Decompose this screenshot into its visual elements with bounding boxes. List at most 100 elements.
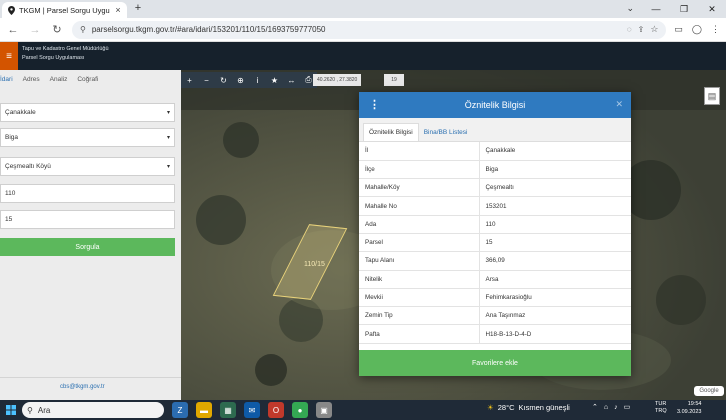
calculator-icon[interactable]: ▣ [316, 402, 332, 418]
bookmark-star-icon[interactable]: ☆ [650, 24, 658, 35]
attr-key: Nitelik [359, 270, 480, 289]
attr-key: Mevkii [359, 288, 480, 308]
chevron-up-icon[interactable]: ⌃ [592, 403, 598, 411]
contact-email-link[interactable]: cbs@tkgm.gov.tr [60, 384, 105, 390]
crosshair-icon[interactable]: ⊕ [232, 72, 249, 88]
extensions-icon[interactable]: ▭ [674, 24, 683, 35]
attr-key: Mahalle/Köy [359, 178, 480, 198]
tab-cografi[interactable]: Coğrafi [77, 76, 98, 83]
app-name: Parsel Sorgu Uygulaması [22, 55, 85, 61]
ilce-select[interactable]: Biga ▾ [0, 128, 175, 147]
clock-time: 19:54 [687, 401, 702, 407]
chrome-icon[interactable]: ● [292, 402, 308, 418]
mahalle-select[interactable]: Çeşmealtı Köyü ▾ [0, 157, 175, 176]
search-icon: ⚲ [27, 405, 33, 415]
query-button[interactable]: Sorgula [0, 238, 175, 256]
tab-search-icon[interactable]: ⌄ [626, 3, 634, 14]
attr-key: Tapu Alanı [359, 251, 480, 271]
close-window-icon[interactable]: ✕ [698, 0, 726, 18]
attr-key: Ada [359, 215, 480, 234]
ada-input[interactable]: 110 [0, 184, 175, 203]
new-tab-icon[interactable]: + [132, 2, 144, 14]
url-text: parselsorgu.tkgm.gov.tr/#ara/idari/15320… [91, 25, 326, 34]
dialog-title: Öznitelik Bilgisi [464, 100, 526, 110]
tab-attributes[interactable]: Öznitelik Bilgisi [363, 123, 419, 141]
clock-date: 3.09.2023 [677, 408, 702, 415]
attr-key: Pafta [359, 324, 480, 344]
layers-icon[interactable]: ▤ [704, 87, 720, 105]
ada-value: 110 [5, 190, 16, 197]
table-row: Tapu Alanı 366,09 [359, 251, 631, 271]
mail-icon[interactable]: ✉ [244, 402, 260, 418]
file-explorer-icon[interactable]: ▬ [196, 402, 212, 418]
tab-building-list[interactable]: Bina/BB Listesi [419, 124, 473, 141]
star-icon[interactable]: ★ [266, 72, 283, 88]
close-tab-icon[interactable]: × [114, 5, 122, 15]
parsel-input[interactable]: 15 [0, 210, 175, 229]
network-icon[interactable]: ⌂ [604, 404, 608, 411]
add-favorite-button[interactable]: Favorilere ekle [359, 350, 631, 376]
attr-key: Mahalle No [359, 196, 480, 216]
zoom-out-icon[interactable]: − [198, 72, 215, 88]
search-placeholder: Ara [37, 405, 51, 415]
table-row: Ada 110 [359, 215, 631, 234]
ilce-value: Biga [5, 134, 19, 141]
forward-icon[interactable]: → [28, 24, 42, 36]
coordinate-readout: 40.2620 , 27.3820 [313, 74, 362, 86]
table-row: İl Çanakkale [359, 142, 631, 161]
eye-off-icon[interactable]: ◌ [627, 25, 632, 34]
il-value: Çanakkale [5, 109, 36, 116]
maximize-icon[interactable]: ❐ [670, 0, 698, 18]
org-brand: Tapu ve Kadastro Genel Müdürlüğü Parsel … [22, 45, 109, 63]
location-pin-icon [7, 5, 15, 15]
dialog-menu-icon[interactable]: ⋮ [369, 98, 380, 111]
table-row: Nitelik Arsa [359, 270, 631, 289]
browser-tab[interactable]: TKGM | Parsel Sorgu Uygulaması × [2, 2, 127, 18]
tab-idari[interactable]: İdari [0, 76, 13, 83]
weather-temp: 28°C [497, 403, 515, 412]
menu-kebab-icon[interactable]: ⋮ [711, 24, 720, 35]
zoom-app-icon[interactable]: Z [172, 402, 188, 418]
profile-icon[interactable]: ◯ [692, 24, 702, 35]
taskbar-search[interactable]: ⚲ Ara [22, 402, 164, 418]
dialog-close-icon[interactable]: ✕ [615, 99, 623, 110]
tab-analiz[interactable]: Analiz [50, 76, 68, 83]
table-row: Mahalle/Köy Çeşmealtı [359, 178, 631, 198]
minimize-icon[interactable]: — [642, 0, 670, 18]
query-tabs: İdari Adres Analiz Coğrafi [0, 76, 98, 83]
reload-icon[interactable]: ↻ [50, 23, 64, 36]
table-row: Mevkii Fehimkarasioğlu [359, 288, 631, 308]
attr-value: 15 [479, 233, 631, 253]
back-icon[interactable]: ← [6, 24, 20, 36]
lang-secondary: TRQ [655, 408, 667, 414]
opera-icon[interactable]: O [268, 402, 284, 418]
volume-icon[interactable]: ♪ [614, 404, 618, 411]
dialog-tabs: Öznitelik Bilgisi Bina/BB Listesi [359, 118, 631, 142]
input-language[interactable]: TUR TRQ [655, 401, 667, 415]
attr-value: H18-B-13-D-4-D [479, 324, 631, 344]
share-icon[interactable]: ⇪ [638, 25, 645, 34]
dialog-header: ⋮ Öznitelik Bilgisi ✕ [359, 92, 631, 118]
store-icon[interactable]: ▦ [220, 402, 236, 418]
parcel-label: 110/15 [304, 261, 325, 268]
battery-icon[interactable]: ▭ [624, 403, 631, 411]
windows-start-icon[interactable] [0, 400, 22, 420]
il-select[interactable]: Çanakkale ▾ [0, 103, 175, 122]
mahalle-value: Çeşmealtı Köyü [5, 163, 51, 170]
refresh-icon[interactable]: ↻ [215, 72, 232, 88]
attr-value: 110 [479, 215, 631, 234]
site-info-icon[interactable]: ⚲ [80, 25, 86, 34]
tab-adres[interactable]: Adres [23, 76, 40, 83]
attr-value: Çeşmealtı [479, 178, 631, 198]
weather-widget[interactable]: ☀ 28°C Kısmen güneşli [487, 403, 570, 412]
hamburger-menu-icon[interactable]: ≡ [0, 42, 18, 70]
lang-primary: TUR [655, 401, 667, 407]
attr-value: Fehimkarasioğlu [479, 288, 631, 308]
query-panel: İdari Adres Analiz Coğrafi Çanakkale ▾ B… [0, 70, 181, 400]
system-clock[interactable]: 19:54 3.09.2023 [677, 401, 701, 416]
measure-icon[interactable]: ↔ [283, 72, 300, 88]
address-bar[interactable]: ⚲ parselsorgu.tkgm.gov.tr/#ara/idari/153… [72, 20, 667, 39]
info-icon[interactable]: i [249, 72, 266, 88]
zoom-in-icon[interactable]: + [181, 72, 198, 88]
attr-value: Çanakkale [479, 142, 631, 161]
